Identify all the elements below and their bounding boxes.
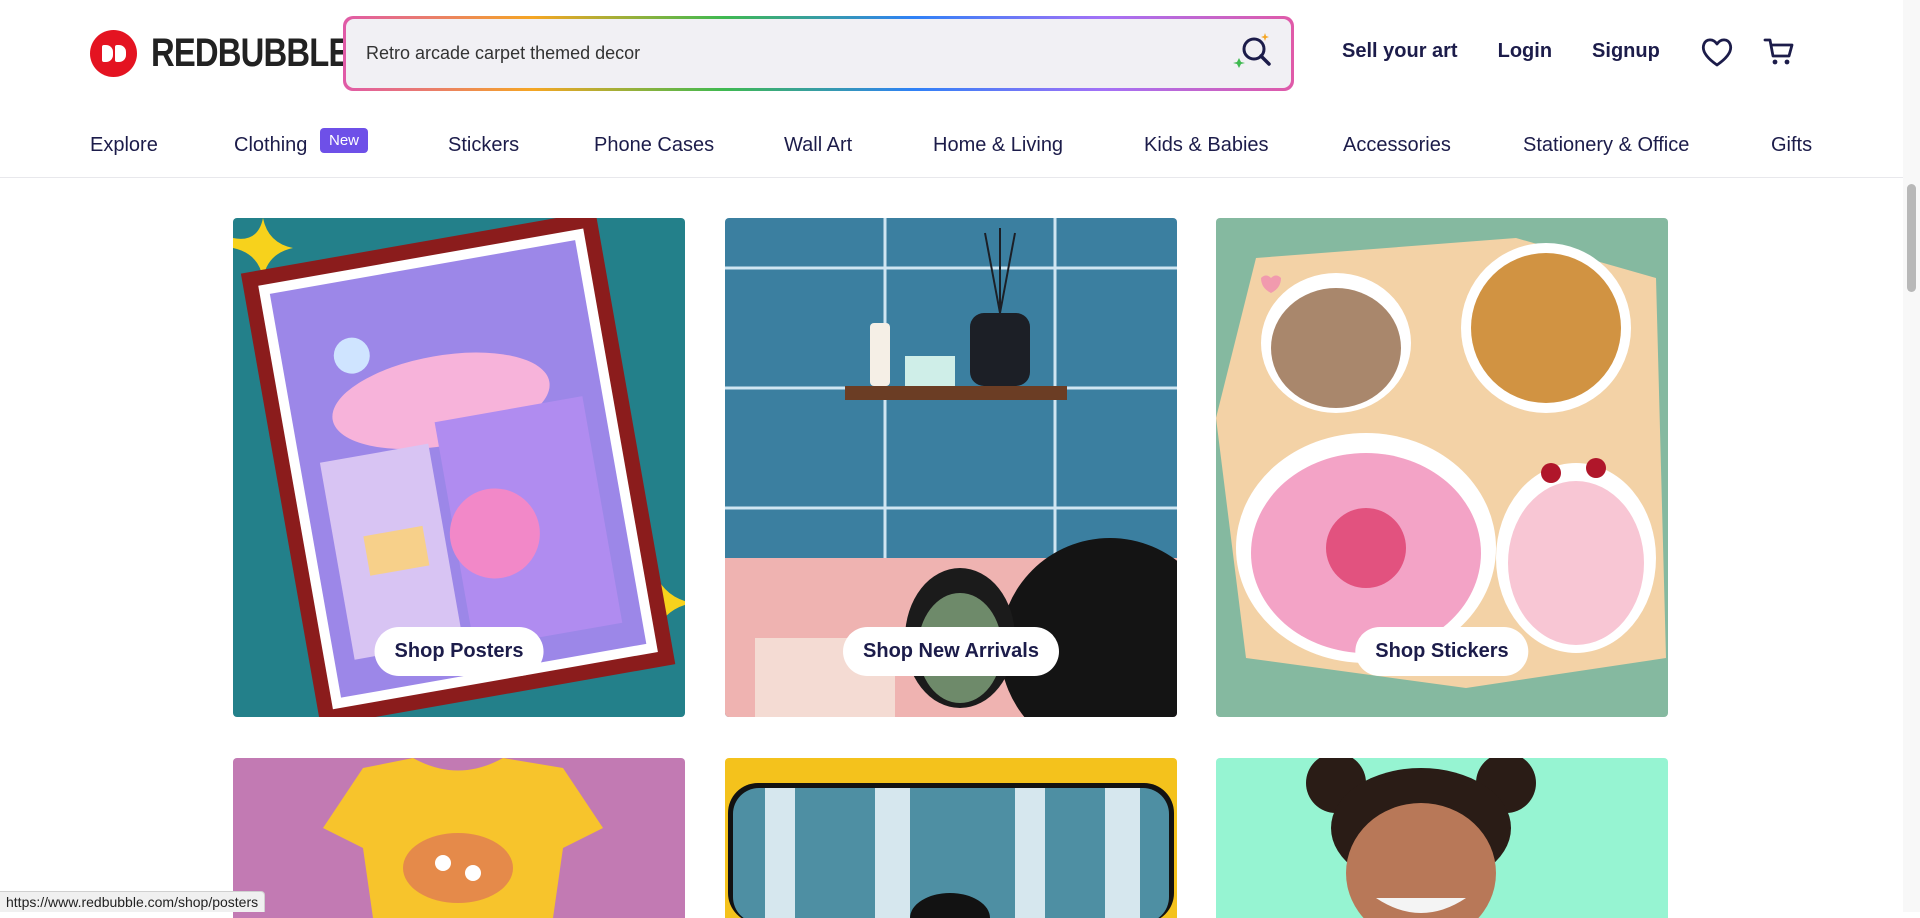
nav-clothing[interactable]: Clothing [234, 134, 307, 157]
category-nav: Explore Clothing New Stickers Phone Case… [0, 128, 1920, 178]
tshirt-illustration [233, 758, 685, 918]
nav-accessories[interactable]: Accessories [1343, 134, 1451, 157]
status-bar-url: https://www.redbubble.com/shop/posters [0, 891, 266, 912]
shop-posters-button[interactable]: Shop Posters [374, 627, 544, 676]
nav-explore[interactable]: Explore [90, 134, 158, 157]
login-link[interactable]: Login [1498, 40, 1552, 63]
signup-link[interactable]: Signup [1592, 40, 1660, 63]
forest-card[interactable] [725, 758, 1177, 918]
posters-card[interactable]: Shop Posters [233, 218, 685, 717]
new-arrivals-card[interactable]: Shop New Arrivals [725, 218, 1177, 717]
page-scrollbar[interactable] [1903, 0, 1920, 912]
shop-new-arrivals-button[interactable]: Shop New Arrivals [843, 627, 1059, 676]
nav-phone-cases[interactable]: Phone Cases [594, 134, 714, 157]
scrollbar-thumb[interactable] [1907, 184, 1916, 292]
sparkle-search-icon[interactable] [1232, 31, 1274, 73]
logo-text: REDBUBBLE [151, 31, 350, 75]
model-illustration [1216, 758, 1668, 918]
forest-illustration [725, 758, 1177, 918]
search-input[interactable] [366, 43, 1226, 64]
new-badge: New [320, 128, 369, 153]
tshirt-card[interactable] [233, 758, 685, 918]
nav-stickers[interactable]: Stickers [448, 134, 519, 157]
top-header: REDBUBBLE Sell your art Login Signup [0, 0, 1920, 108]
model-card[interactable] [1216, 758, 1668, 918]
nav-home-living[interactable]: Home & Living [933, 134, 1063, 157]
sell-your-art-link[interactable]: Sell your art [1342, 40, 1458, 63]
shop-stickers-button[interactable]: Shop Stickers [1355, 627, 1529, 676]
stickers-card[interactable]: Shop Stickers [1216, 218, 1668, 717]
nav-kids-babies[interactable]: Kids & Babies [1144, 134, 1269, 157]
nav-gifts[interactable]: Gifts [1771, 134, 1812, 157]
heart-icon[interactable] [1700, 36, 1734, 68]
logo-mark-icon [90, 30, 137, 77]
search-bar [343, 16, 1294, 91]
nav-stationery-office[interactable]: Stationery & Office [1523, 134, 1689, 157]
cart-icon[interactable] [1763, 36, 1795, 68]
nav-wall-art[interactable]: Wall Art [784, 134, 852, 157]
